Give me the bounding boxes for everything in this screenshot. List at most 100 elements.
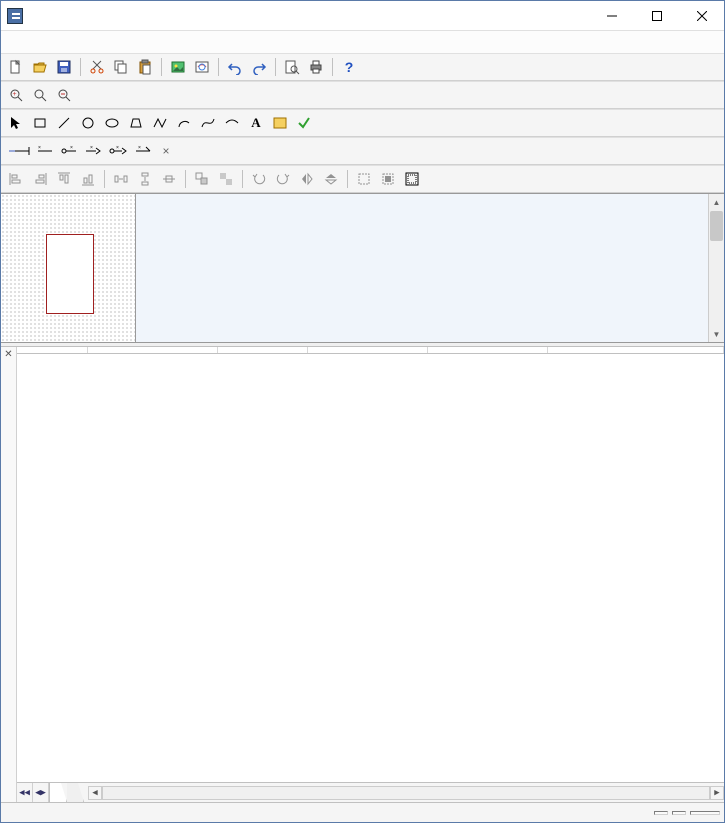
pin-clock-icon[interactable]: ×	[83, 140, 105, 162]
polygon-tool[interactable]	[125, 112, 147, 134]
scroll-down-icon[interactable]: ▼	[709, 326, 724, 342]
pin-zero-icon[interactable]: ×	[133, 140, 155, 162]
picture-button[interactable]	[191, 56, 213, 78]
status-grid	[672, 811, 686, 815]
rotate-left-icon[interactable]	[248, 168, 270, 190]
menu-graphics[interactable]	[63, 40, 75, 44]
separator	[332, 58, 333, 76]
curve-tool[interactable]	[221, 112, 243, 134]
pin-dotclock-icon[interactable]: ×	[107, 140, 131, 162]
separator	[80, 58, 81, 76]
minimize-button[interactable]	[589, 1, 634, 31]
scroll-up-icon[interactable]: ▲	[709, 194, 724, 210]
fill-tool[interactable]	[269, 112, 291, 134]
col-symnames[interactable]	[307, 347, 427, 354]
nav-prev-icon[interactable]: ◀▶	[33, 783, 49, 802]
rect-tool[interactable]	[29, 112, 51, 134]
col-font[interactable]	[547, 347, 724, 354]
marquee-lock-icon[interactable]	[353, 168, 375, 190]
ungroup-icon[interactable]	[215, 168, 237, 190]
marquee-icon[interactable]	[377, 168, 399, 190]
print-button[interactable]	[305, 56, 327, 78]
nav-first-icon[interactable]: ◀◀	[17, 783, 33, 802]
center-icon[interactable]	[158, 168, 180, 190]
panel-close-icon[interactable]: ✕	[1, 347, 17, 802]
cut-button[interactable]	[86, 56, 108, 78]
open-button[interactable]	[29, 56, 51, 78]
pin-line-icon[interactable]	[5, 140, 33, 162]
hscroll-left-icon[interactable]: ◀	[88, 786, 102, 800]
hscroll-right-icon[interactable]: ▶	[710, 786, 724, 800]
col-shape[interactable]	[87, 347, 217, 354]
menu-view[interactable]	[35, 40, 47, 44]
line-tool[interactable]	[53, 112, 75, 134]
col-length[interactable]	[217, 347, 307, 354]
toolbar-draw: A	[1, 109, 724, 137]
status-coord	[654, 811, 668, 815]
ellipse-tool[interactable]	[101, 112, 123, 134]
menubar	[1, 31, 724, 53]
app-icon	[7, 8, 23, 24]
menu-tools[interactable]	[91, 40, 103, 44]
bezier-tool[interactable]	[197, 112, 219, 134]
circle-tool[interactable]	[77, 112, 99, 134]
flip-h-icon[interactable]	[296, 168, 318, 190]
preview-button[interactable]	[281, 56, 303, 78]
flip-v-icon[interactable]	[320, 168, 342, 190]
separator	[242, 170, 243, 188]
zoom-out-button[interactable]	[53, 84, 75, 106]
zoom-fit-button[interactable]	[29, 84, 51, 106]
status-extra	[690, 811, 720, 815]
check-tool[interactable]	[293, 112, 315, 134]
separator	[275, 58, 276, 76]
pins-table	[17, 347, 724, 354]
rotate-right-icon[interactable]	[272, 168, 294, 190]
symbol-preview[interactable]	[46, 234, 94, 314]
maximize-button[interactable]	[634, 1, 679, 31]
menu-layout[interactable]	[77, 40, 89, 44]
copy-button[interactable]	[110, 56, 132, 78]
svg-text:×: ×	[116, 145, 119, 151]
new-button[interactable]	[5, 56, 27, 78]
arc-tool[interactable]	[173, 112, 195, 134]
menu-pins[interactable]	[49, 40, 61, 44]
pin-short-icon[interactable]: ×	[35, 140, 57, 162]
pin-x-icon[interactable]: ×	[157, 140, 175, 162]
col-orient[interactable]	[427, 347, 547, 354]
save-button[interactable]	[53, 56, 75, 78]
close-button[interactable]	[679, 1, 724, 31]
align-bottom-icon[interactable]	[77, 168, 99, 190]
zoom-in-button[interactable]: +	[5, 84, 27, 106]
select-tool[interactable]	[5, 112, 27, 134]
undo-button[interactable]	[224, 56, 246, 78]
redo-button[interactable]	[248, 56, 270, 78]
group-icon[interactable]	[191, 168, 213, 190]
align-left-icon[interactable]	[5, 168, 27, 190]
canvas-dots[interactable]	[1, 194, 136, 342]
canvas-scrollbar[interactable]: ▲ ▼	[708, 194, 724, 342]
dist-h-icon[interactable]	[110, 168, 132, 190]
polyline-tool[interactable]	[149, 112, 171, 134]
svg-text:+: +	[13, 91, 17, 98]
bounds-icon[interactable]	[401, 168, 423, 190]
menu-edit[interactable]	[21, 40, 33, 44]
sheet-hscroll[interactable]: ◀ ▶	[84, 783, 724, 802]
pin-dot-icon[interactable]: ×	[59, 140, 81, 162]
align-right-icon[interactable]	[29, 168, 51, 190]
menu-help[interactable]	[105, 40, 117, 44]
svg-text:×: ×	[70, 145, 73, 151]
scroll-thumb[interactable]	[710, 211, 723, 241]
tab-draw-layer[interactable]	[67, 783, 84, 802]
help-button[interactable]: ?	[338, 56, 360, 78]
table-header-row	[17, 347, 724, 354]
canvas-empty[interactable]	[136, 194, 708, 342]
text-tool[interactable]: A	[245, 112, 267, 134]
col-name[interactable]	[17, 347, 87, 354]
pins-panel: ✕ ◀◀ ◀▶	[1, 347, 724, 802]
align-top-icon[interactable]	[53, 168, 75, 190]
dist-v-icon[interactable]	[134, 168, 156, 190]
image-button[interactable]	[167, 56, 189, 78]
tab-pins[interactable]	[50, 783, 67, 802]
paste-button[interactable]	[134, 56, 156, 78]
menu-file[interactable]	[7, 40, 19, 44]
